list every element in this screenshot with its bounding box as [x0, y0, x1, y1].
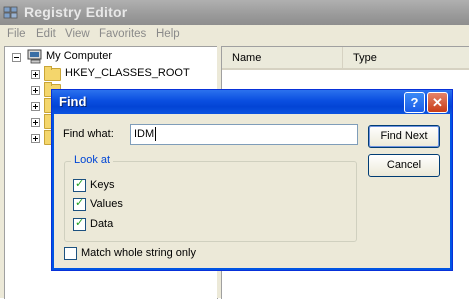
find-dialog-title-bar[interactable]: Find ? ✕ [52, 90, 452, 114]
folder-icon [44, 66, 61, 81]
keys-checkbox-label[interactable]: Keys [90, 179, 114, 191]
cancel-button[interactable]: Cancel [368, 154, 440, 177]
expand-toggle[interactable] [31, 134, 40, 143]
help-icon: ? [410, 95, 419, 110]
menu-view[interactable]: View [65, 28, 90, 40]
data-checkbox[interactable] [73, 216, 86, 231]
collapse-toggle-my-computer[interactable] [12, 53, 21, 62]
expand-toggle-classes-root[interactable] [31, 70, 40, 79]
text-caret [155, 127, 156, 141]
column-header-type[interactable]: Type [343, 47, 469, 70]
tree-item-hkey-classes-root[interactable]: HKEY_CLASSES_ROOT [65, 67, 190, 79]
find-what-value: IDM [134, 128, 155, 140]
find-dialog-body: Find what: IDM Find Next Cancel Look at … [55, 114, 449, 267]
help-button[interactable]: ? [404, 92, 425, 113]
column-header-type-label: Type [353, 52, 377, 64]
column-header-name[interactable]: Name [222, 47, 343, 70]
expand-toggle[interactable] [31, 118, 40, 127]
close-icon: ✕ [432, 95, 443, 110]
look-at-group-title: Look at [71, 154, 114, 166]
keys-checkbox[interactable] [73, 177, 86, 192]
find-what-label: Find what: [63, 128, 114, 140]
data-checkbox-label[interactable]: Data [90, 218, 113, 230]
menu-bar: File Edit View Favorites Help [0, 25, 469, 44]
menu-file[interactable]: File [7, 28, 26, 40]
values-checkbox-label[interactable]: Values [90, 198, 123, 210]
column-header-name-label: Name [232, 52, 262, 64]
expand-toggle[interactable] [31, 86, 40, 95]
find-what-input[interactable]: IDM [130, 124, 358, 145]
expand-toggle[interactable] [31, 102, 40, 111]
computer-icon [27, 49, 42, 64]
find-dialog-title: Find [59, 94, 87, 109]
values-checkbox[interactable] [73, 196, 86, 211]
registry-app-icon [3, 6, 18, 19]
match-whole-string-label[interactable]: Match whole string only [81, 247, 196, 259]
match-whole-string-checkbox[interactable] [64, 247, 77, 260]
find-next-button[interactable]: Find Next [368, 125, 440, 148]
close-button[interactable]: ✕ [427, 92, 448, 113]
menu-help[interactable]: Help [156, 28, 180, 40]
menu-favorites[interactable]: Favorites [99, 28, 146, 40]
menu-edit[interactable]: Edit [36, 28, 56, 40]
tree-item-my-computer[interactable]: My Computer [46, 50, 112, 62]
registry-title-bar[interactable]: Registry Editor [0, 0, 469, 25]
find-dialog: Find ? ✕ Find what: IDM Find Next Cancel… [51, 89, 453, 271]
window-title: Registry Editor [24, 4, 128, 20]
